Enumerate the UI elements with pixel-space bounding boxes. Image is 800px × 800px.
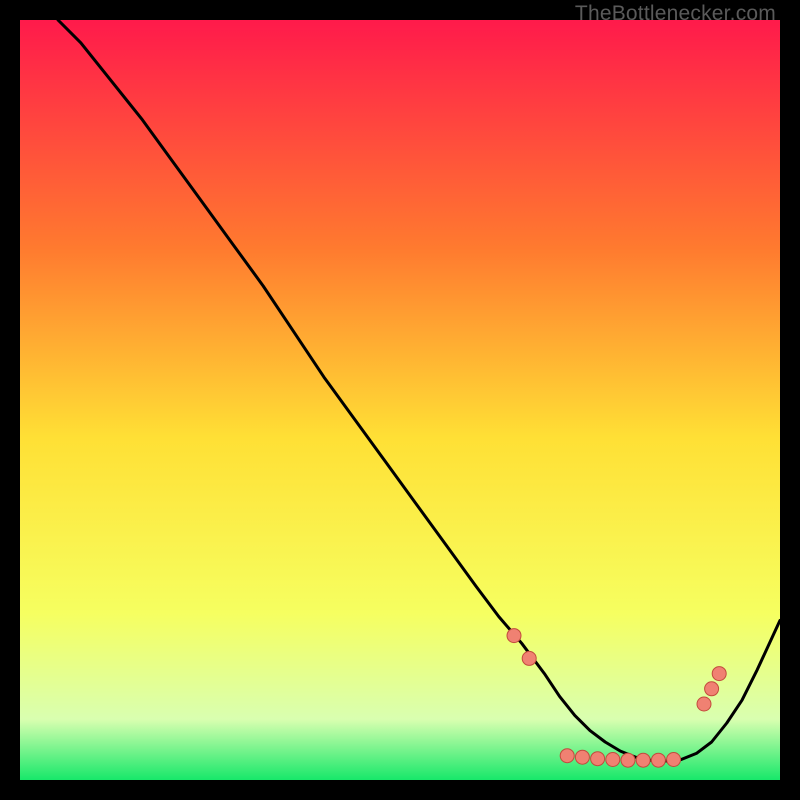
highlight-dot — [606, 753, 620, 767]
highlight-dot — [697, 697, 711, 711]
highlight-dot — [621, 753, 635, 767]
highlight-dot — [636, 753, 650, 767]
highlight-dot — [667, 753, 681, 767]
highlight-dot — [712, 667, 726, 681]
gradient-background — [20, 20, 780, 780]
highlight-dot — [522, 651, 536, 665]
highlight-dot — [560, 749, 574, 763]
highlight-dot — [507, 629, 521, 643]
highlight-dot — [575, 750, 589, 764]
bottleneck-chart — [20, 20, 780, 780]
highlight-dot — [651, 753, 665, 767]
highlight-dot — [591, 752, 605, 766]
highlight-dot — [705, 682, 719, 696]
chart-frame — [20, 20, 780, 780]
